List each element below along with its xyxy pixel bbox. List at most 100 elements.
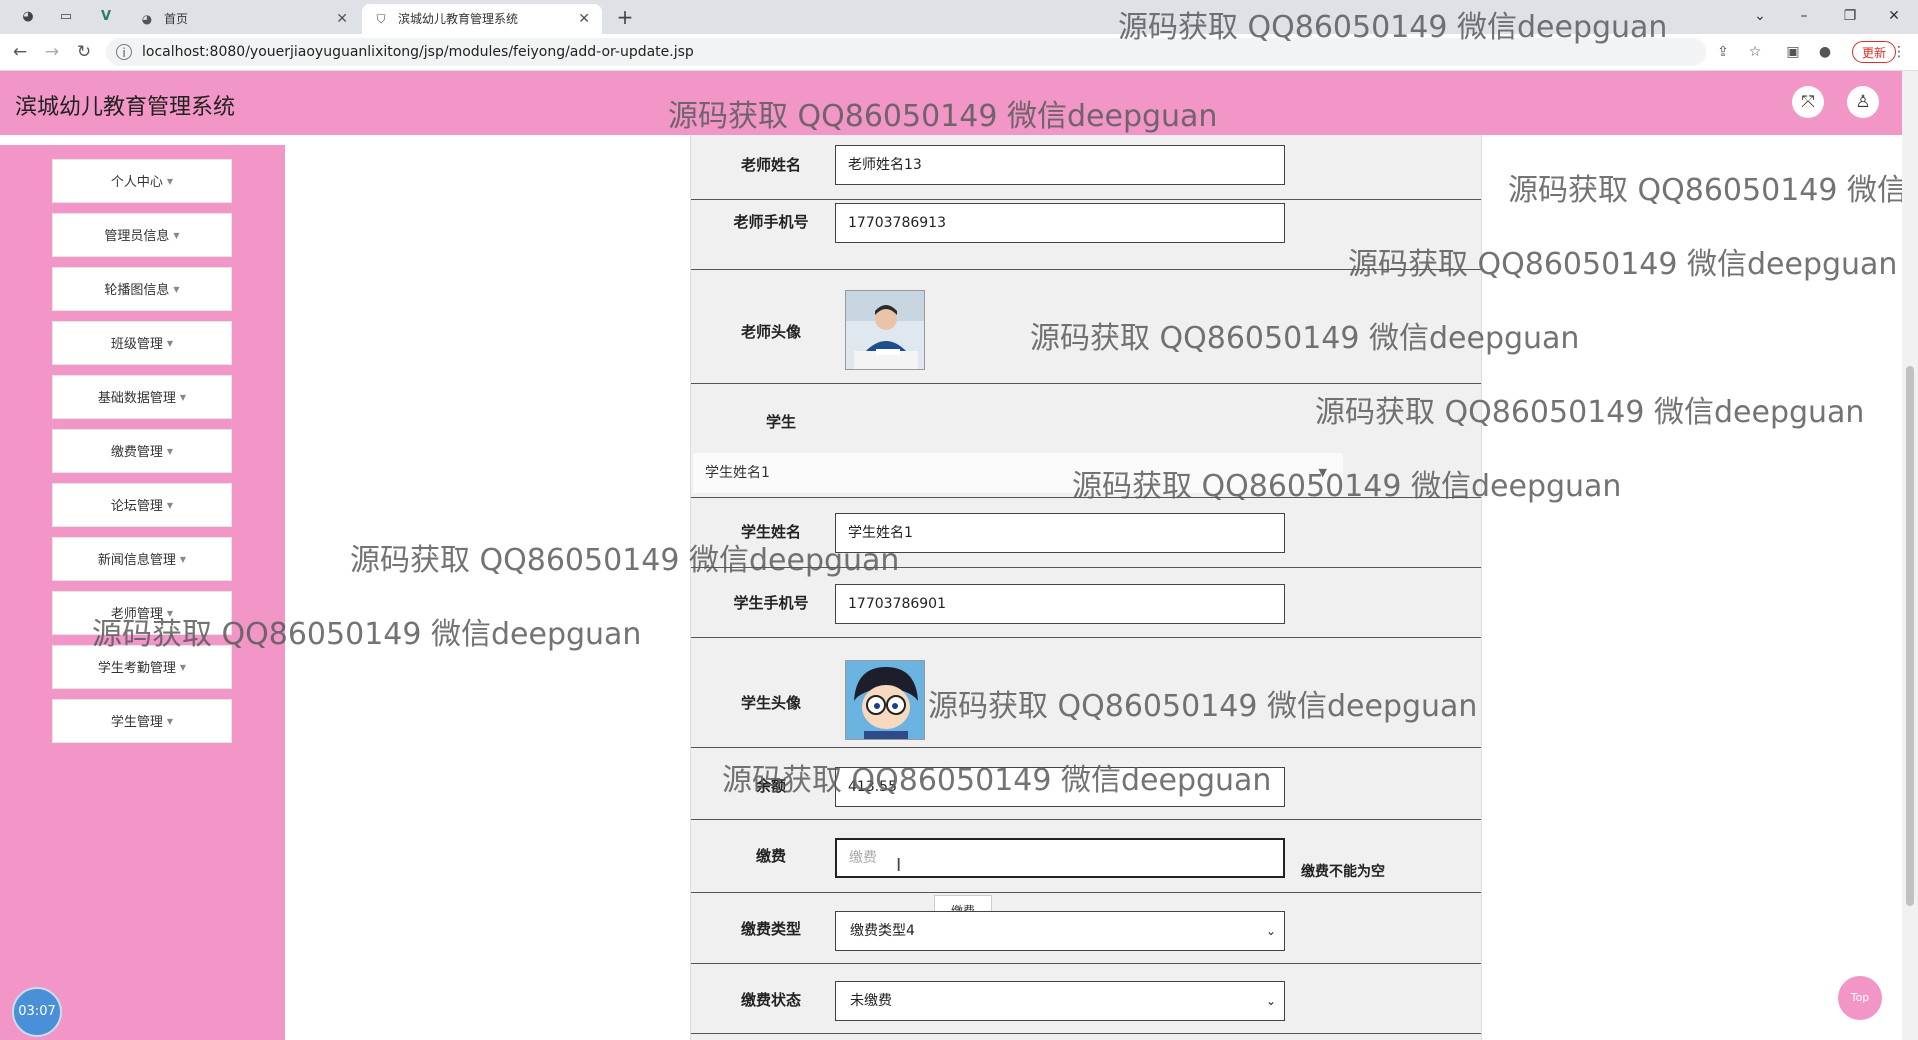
fee-label: 缴费: [755, 847, 786, 865]
chevron-down-icon: ⌄: [1265, 924, 1276, 938]
watermark: 源码获取 QQ86050149 微信deepguan: [1348, 247, 1898, 282]
student-phone-label: 学生手机号: [733, 594, 809, 612]
watermark: 源码获取 QQ86050149 微信deepguan: [668, 99, 1218, 134]
page-scrollbar[interactable]: [1902, 71, 1918, 1040]
sidebar-item-forum[interactable]: 论坛管理 ▼: [52, 483, 232, 527]
sidebar-item-basic-data[interactable]: 基础数据管理 ▼: [52, 375, 232, 419]
page-content: 滨城幼儿教育管理系统 ⤧ ♙ 个人中心 ▼ 管理员信息 ▼ 轮播图信息 ▼ 班级管理 ▼…: [0, 71, 1902, 1040]
student-avatar-label: 学生头像: [740, 694, 801, 712]
fee-type-value: 缴费类型4: [850, 923, 915, 939]
forward-button[interactable]: →: [40, 40, 64, 64]
tab-label: 滨城幼儿教育管理系统: [398, 12, 519, 26]
tab-system[interactable]: ⛉ 滨城幼儿教育管理系统 ✕: [362, 4, 602, 34]
student-label: 学生: [765, 413, 796, 431]
caret-down-icon: ▼: [173, 231, 180, 240]
student-avatar-image[interactable]: [845, 660, 925, 740]
sidebar-item-label: 论坛管理: [110, 499, 163, 514]
divider: [691, 1033, 1481, 1034]
close-window-button[interactable]: ✕: [1874, 4, 1914, 28]
tab-favicon-icon[interactable]: ▭: [58, 9, 74, 25]
teacher-name-input[interactable]: 老师姓名13: [835, 145, 1285, 185]
tab-home[interactable]: ◕ 首页 ✕: [128, 4, 360, 34]
globe-icon: ◕: [141, 12, 153, 26]
fee-status-label: 缴费状态: [740, 991, 801, 1009]
back-button[interactable]: ←: [8, 40, 32, 64]
divider: [691, 637, 1481, 638]
profile-icon[interactable]: ●: [1816, 43, 1834, 61]
caret-down-icon: ▼: [166, 447, 174, 456]
watermark: 源码获取 QQ86050149 微信deepguan: [928, 689, 1478, 724]
teacher-avatar-image[interactable]: [845, 290, 925, 370]
divider: [691, 383, 1481, 384]
sidebar-item-carousel-info[interactable]: 轮播图信息 ▼: [52, 267, 232, 311]
globe-icon[interactable]: ◕: [20, 9, 36, 25]
sidebar-item-label: 缴费管理: [110, 445, 163, 460]
clock-badge[interactable]: 03:07: [12, 987, 62, 1037]
watermark: 源码获取 QQ86050149 微信deepguan: [92, 617, 642, 652]
student-photo-icon: [846, 661, 924, 739]
watermark: 源码获取 QQ86050149 微信deepguan: [1315, 395, 1865, 430]
close-icon[interactable]: ✕: [578, 4, 590, 34]
fee-status-select[interactable]: 未缴费 ⌄: [835, 981, 1285, 1021]
scrollbar-thumb[interactable]: [1906, 366, 1914, 906]
fee-type-select[interactable]: 缴费类型4 ⌄: [835, 911, 1285, 951]
watermark: 源码获取 QQ86050149 微信deepguan: [1072, 469, 1622, 504]
divider: [691, 819, 1481, 820]
teacher-photo-icon: [846, 291, 924, 369]
caret-down-icon: ▼: [179, 393, 187, 402]
star-icon[interactable]: ☆: [1746, 43, 1764, 61]
share-icon[interactable]: ⇪: [1714, 43, 1732, 61]
tab-label: 首页: [164, 12, 189, 26]
sidebar-item-admin-info[interactable]: 管理员信息 ▼: [52, 213, 232, 257]
close-icon[interactable]: ✕: [336, 4, 348, 34]
info-icon[interactable]: i: [116, 44, 132, 60]
update-button[interactable]: 更新: [1852, 41, 1896, 63]
divider: [691, 963, 1481, 964]
caret-down-icon: ▼: [173, 285, 180, 294]
sidebar-item-class-management[interactable]: 班级管理 ▼: [52, 321, 232, 365]
caret-down-icon: ▼: [179, 555, 187, 564]
watermark: 源码获取 QQ86050149 微信deepguan: [1030, 321, 1580, 356]
sidebar-item-news[interactable]: 新闻信息管理 ▼: [52, 537, 232, 581]
divider: [691, 747, 1481, 748]
minimize-button[interactable]: –: [1784, 4, 1824, 28]
sidebar: 个人中心 ▼ 管理员信息 ▼ 轮播图信息 ▼ 班级管理 ▼ 基础数据管理 ▼ 缴费管理 ▼ …: [0, 145, 285, 1040]
fullscreen-icon[interactable]: ⤧: [1792, 86, 1824, 118]
url-text: localhost:8080/youerjiaoyuguanlixitong/j…: [142, 44, 694, 60]
restore-button[interactable]: ❐: [1830, 4, 1870, 28]
user-icon[interactable]: ♙: [1847, 86, 1879, 118]
watermark: 源码获取 QQ86050149 微信deepguan: [350, 543, 900, 578]
sidebar-item-label: 管理员信息: [104, 229, 170, 244]
student-select-value: 学生姓名1: [705, 465, 770, 481]
app-title: 滨城幼儿教育管理系统: [15, 95, 236, 120]
fee-placeholder: 缴费: [849, 850, 877, 866]
fee-status-value: 未缴费: [850, 993, 892, 1009]
teacher-avatar-label: 老师头像: [740, 323, 801, 341]
sidebar-item-label: 学生管理: [110, 715, 163, 730]
student-name-input[interactable]: 学生姓名1: [835, 513, 1285, 553]
sidebar-item-student[interactable]: 学生管理 ▼: [52, 699, 232, 743]
sidebar-item-personal-center[interactable]: 个人中心 ▼: [52, 159, 232, 203]
new-tab-button[interactable]: +: [612, 4, 638, 30]
reload-button[interactable]: ↻: [72, 40, 96, 64]
fee-type-label: 缴费类型: [740, 920, 801, 938]
watermark: 源码获取 QQ86050149 微信deepguan: [722, 763, 1272, 798]
sidebar-item-label: 基础数据管理: [97, 391, 176, 406]
vue-icon[interactable]: V: [98, 9, 114, 25]
chevron-down-icon[interactable]: ⌄: [1740, 4, 1780, 28]
sidepanel-icon[interactable]: ▣: [1784, 43, 1802, 61]
divider: [691, 199, 1481, 200]
sidebar-item-fee-management[interactable]: 缴费管理 ▼: [52, 429, 232, 473]
fee-input[interactable]: 缴费: [835, 838, 1285, 878]
back-to-top-button[interactable]: Top: [1838, 976, 1882, 1020]
shield-icon: ⛉: [376, 12, 386, 26]
text-cursor-icon: I: [896, 855, 902, 876]
watermark: 源码获取 QQ86050149 微信deepguan: [1508, 173, 1902, 208]
sidebar-item-label: 新闻信息管理: [97, 553, 176, 568]
sidebar-item-label: 班级管理: [110, 337, 163, 352]
sidebar-item-label: 学生考勤管理: [97, 661, 176, 676]
sidebar-item-label: 个人中心: [110, 175, 163, 190]
student-phone-input[interactable]: 17703786901: [835, 584, 1285, 624]
chevron-down-icon: ⌄: [1265, 994, 1276, 1008]
teacher-phone-input[interactable]: 17703786913: [835, 203, 1285, 243]
